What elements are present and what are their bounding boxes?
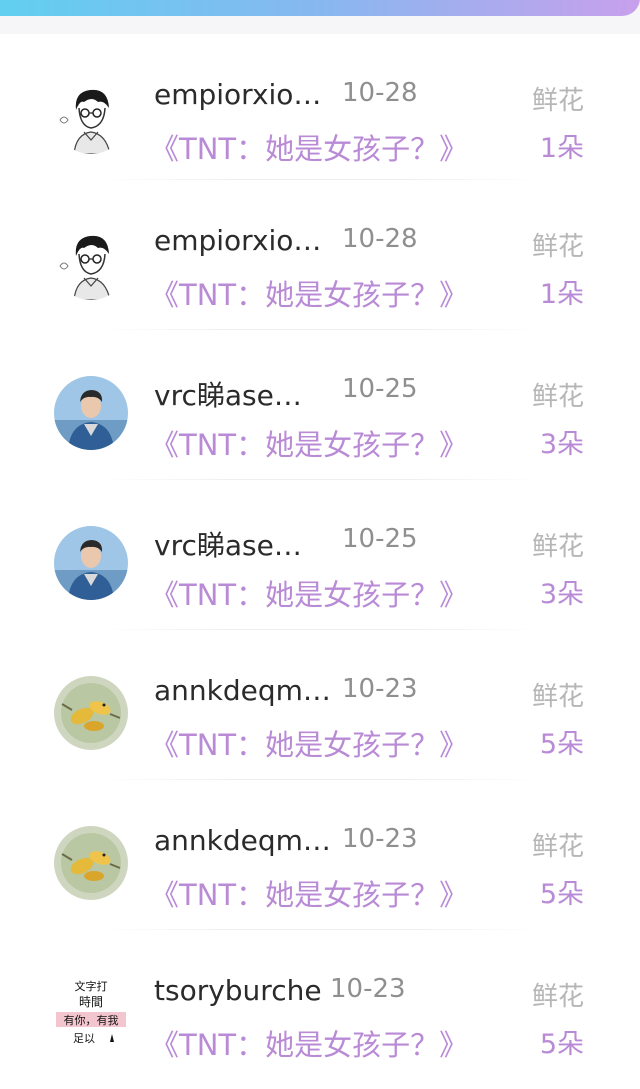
- book-title-link[interactable]: 《TNT：她是女孩子？》: [150, 126, 468, 168]
- list-item[interactable]: vrc睇ase… 10-25 鲜花 《TNT：她是女孩子？》 3朵: [0, 330, 640, 480]
- sketch-avatar-icon: [54, 80, 128, 154]
- avatar[interactable]: [54, 376, 128, 450]
- book-title-link[interactable]: 《TNT：她是女孩子？》: [150, 1022, 468, 1064]
- flower-label: 鲜花: [531, 86, 584, 116]
- avatar[interactable]: [54, 676, 128, 750]
- book-title-link[interactable]: 《TNT：她是女孩子？》: [150, 872, 468, 914]
- gift-date: 10-28: [342, 224, 418, 254]
- flower-count: 3朵: [539, 579, 584, 610]
- top-bar: [0, 0, 640, 34]
- book-title-link[interactable]: 《TNT：她是女孩子？》: [150, 722, 468, 764]
- gift-date: 10-28: [342, 78, 418, 108]
- flower-label: 鲜花: [531, 232, 584, 262]
- avatar[interactable]: [54, 226, 128, 300]
- photo-avatar-icon: [54, 376, 128, 450]
- avatar[interactable]: [54, 80, 128, 154]
- avatar-text-line: 時間: [79, 995, 103, 1009]
- username[interactable]: vrc睇ase…: [154, 524, 302, 564]
- birds-avatar-icon: [54, 826, 128, 900]
- flower-count: 5朵: [539, 1029, 584, 1060]
- flower-label: 鲜花: [531, 982, 584, 1012]
- list-item[interactable]: 文字打 時間 有你，有我 足以 tsoryburche 10-23 鲜花 《TN…: [0, 930, 640, 1080]
- avatar[interactable]: 文字打 時間 有你，有我 足以: [54, 976, 128, 1050]
- avatar-text-line: 有你，有我: [64, 1013, 119, 1027]
- list-item[interactable]: annkdeqm… 10-23 鲜花 《TNT：她是女孩子？》 5朵: [0, 630, 640, 780]
- list-item[interactable]: vrc睇ase… 10-25 鲜花 《TNT：她是女孩子？》 3朵: [0, 480, 640, 630]
- avatar-text-line: 文字打: [75, 979, 108, 993]
- flower-count: 1朵: [539, 279, 584, 310]
- sketch-avatar-icon: [54, 226, 128, 300]
- header-gradient-banner: [0, 0, 640, 16]
- username[interactable]: annkdeqm…: [154, 674, 331, 707]
- flower-gift-list: empiorxio… 10-28 鲜花 《TNT：她是女孩子？》 1朵 empi…: [0, 34, 640, 1080]
- flower-label: 鲜花: [531, 532, 584, 562]
- avatar-text-line: 足以: [73, 1032, 95, 1045]
- flower-label: 鲜花: [531, 382, 584, 412]
- list-item[interactable]: annkdeqm… 10-23 鲜花 《TNT：她是女孩子？》 5朵: [0, 780, 640, 930]
- username[interactable]: annkdeqm…: [154, 824, 331, 857]
- flower-count: 1朵: [539, 133, 584, 164]
- username[interactable]: vrc睇ase…: [154, 374, 302, 414]
- text-image-avatar-icon: 文字打 時間 有你，有我 足以: [54, 976, 128, 1050]
- gift-date: 10-25: [342, 524, 418, 554]
- avatar[interactable]: [54, 526, 128, 600]
- flower-count: 5朵: [539, 879, 584, 910]
- username[interactable]: empiorxio…: [154, 224, 321, 257]
- flower-label: 鲜花: [531, 682, 584, 712]
- book-title-link[interactable]: 《TNT：她是女孩子？》: [150, 272, 468, 314]
- list-item[interactable]: empiorxio… 10-28 鲜花 《TNT：她是女孩子？》 1朵: [0, 34, 640, 180]
- birds-avatar-icon: [54, 676, 128, 750]
- avatar[interactable]: [54, 826, 128, 900]
- photo-avatar-icon: [54, 526, 128, 600]
- username[interactable]: empiorxio…: [154, 78, 321, 111]
- flower-count: 5朵: [539, 729, 584, 760]
- gift-date: 10-25: [342, 374, 418, 404]
- flower-label: 鲜花: [531, 832, 584, 862]
- gift-date: 10-23: [342, 674, 418, 704]
- gift-date: 10-23: [330, 974, 406, 1004]
- book-title-link[interactable]: 《TNT：她是女孩子？》: [150, 422, 468, 464]
- gift-date: 10-23: [342, 824, 418, 854]
- book-title-link[interactable]: 《TNT：她是女孩子？》: [150, 572, 468, 614]
- flower-count: 3朵: [539, 429, 584, 460]
- list-item[interactable]: empiorxio… 10-28 鲜花 《TNT：她是女孩子？》 1朵: [0, 180, 640, 330]
- username[interactable]: tsoryburche: [154, 974, 322, 1007]
